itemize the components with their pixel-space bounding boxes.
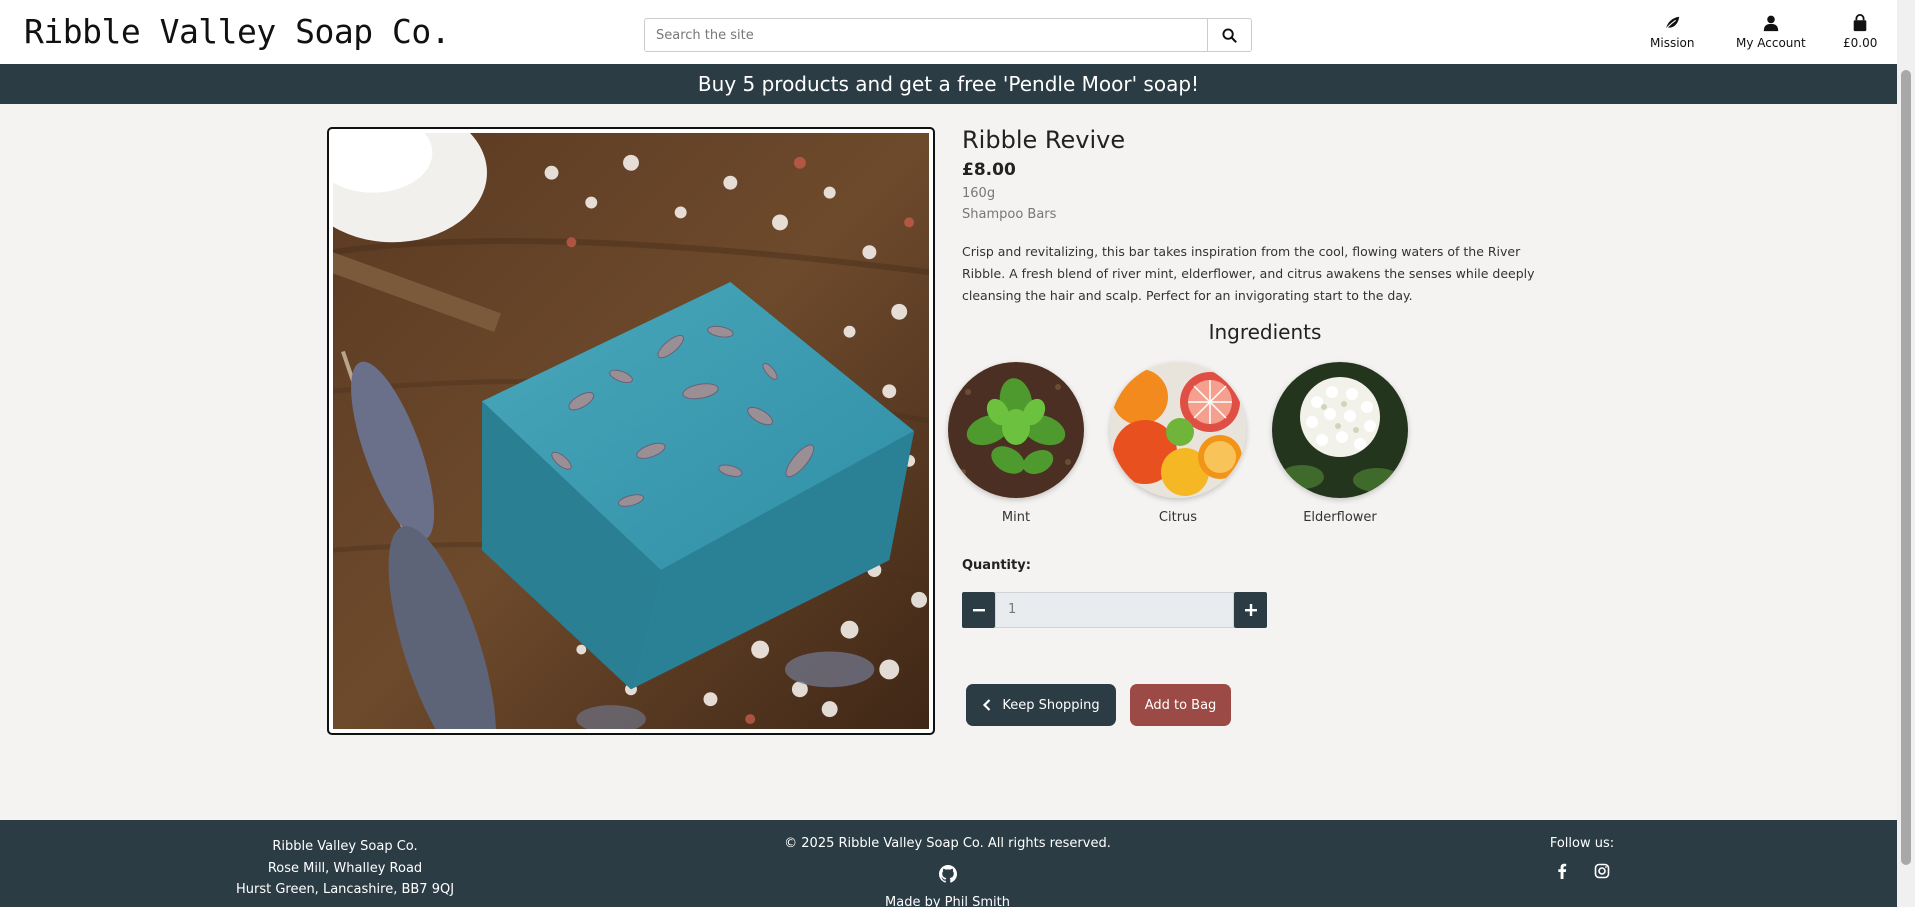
plus-icon <box>1244 604 1257 616</box>
bag-total: £0.00 <box>1843 36 1878 50</box>
soap-photo <box>333 133 929 729</box>
nav-my-account[interactable]: My Account <box>1736 14 1806 50</box>
keep-shopping-label: Keep Shopping <box>1002 697 1100 713</box>
promo-banner: Buy 5 products and get a free 'Pendle Mo… <box>0 64 1897 104</box>
ingredient-elderflower: Elderflower <box>1272 362 1408 525</box>
search-input[interactable] <box>645 19 1207 51</box>
footer-town: Hurst Green, Lancashire, BB7 9QJ <box>235 882 455 897</box>
keep-shopping-button[interactable]: Keep Shopping <box>966 684 1116 726</box>
product-description: Crisp and revitalizing, this bar takes i… <box>962 244 1535 303</box>
product-image <box>327 127 935 735</box>
facebook-icon[interactable] <box>1554 863 1570 879</box>
github-icon[interactable] <box>939 865 957 883</box>
footer-company: Ribble Valley Soap Co. <box>272 839 418 854</box>
footer-street: Rose Mill, Whalley Road <box>267 860 423 876</box>
scrollbar-thumb[interactable] <box>1901 70 1911 865</box>
minus-icon <box>972 609 985 612</box>
mint-image <box>948 362 1084 498</box>
search-icon <box>1222 27 1237 43</box>
ingredient-citrus: Citrus <box>1110 362 1246 525</box>
page-scrollbar[interactable] <box>1897 0 1915 907</box>
instagram-icon[interactable] <box>1594 863 1610 879</box>
ingredients-heading: Ingredients <box>1208 320 1322 344</box>
quantity-label: Quantity: <box>962 558 1031 573</box>
citrus-image <box>1110 362 1246 498</box>
product-weight: 160g <box>962 186 996 201</box>
footer-made-by: Made by Phil Smith <box>885 895 1010 907</box>
ingredient-label: Elderflower <box>1303 510 1377 525</box>
nav-mission[interactable]: Mission <box>1650 14 1694 50</box>
chevron-left-icon <box>983 699 991 711</box>
site-header: Ribble Valley Soap Co. Mission My Accoun… <box>0 0 1897 64</box>
search-button[interactable] <box>1207 19 1251 51</box>
decrement-button[interactable] <box>962 592 995 628</box>
ingredient-label: Citrus <box>1158 510 1198 525</box>
add-to-bag-button[interactable]: Add to Bag <box>1130 684 1231 726</box>
site-footer: Ribble Valley Soap Co. Rose Mill, Whalle… <box>0 820 1897 907</box>
product-price: £8.00 <box>962 160 1016 180</box>
product-title: Ribble Revive <box>962 126 1126 154</box>
nav-mission-label: Mission <box>1650 36 1695 50</box>
ingredient-mint: Mint <box>948 362 1084 525</box>
quantity-stepper: 1 <box>962 592 1267 628</box>
elderflower-image <box>1272 362 1408 498</box>
user-icon <box>1763 15 1779 32</box>
site-logo[interactable]: Ribble Valley Soap Co. <box>24 12 451 51</box>
search-bar <box>644 18 1252 52</box>
footer-follow-label: Follow us: <box>1549 836 1615 851</box>
shopping-bag-icon <box>1853 14 1867 32</box>
increment-button[interactable] <box>1234 592 1267 628</box>
product-category[interactable]: Shampoo Bars <box>962 207 1056 222</box>
ingredient-label: Mint <box>1001 510 1031 525</box>
nav-shopping-bag[interactable]: £0.00 <box>1843 14 1877 50</box>
nav-account-label: My Account <box>1736 36 1806 50</box>
quantity-input[interactable]: 1 <box>995 592 1234 628</box>
footer-copyright: © 2025 Ribble Valley Soap Co. All rights… <box>784 836 1111 851</box>
footer-address: Ribble Valley Soap Co. Rose Mill, Whalle… <box>200 836 490 901</box>
leaf-icon <box>1664 16 1680 31</box>
